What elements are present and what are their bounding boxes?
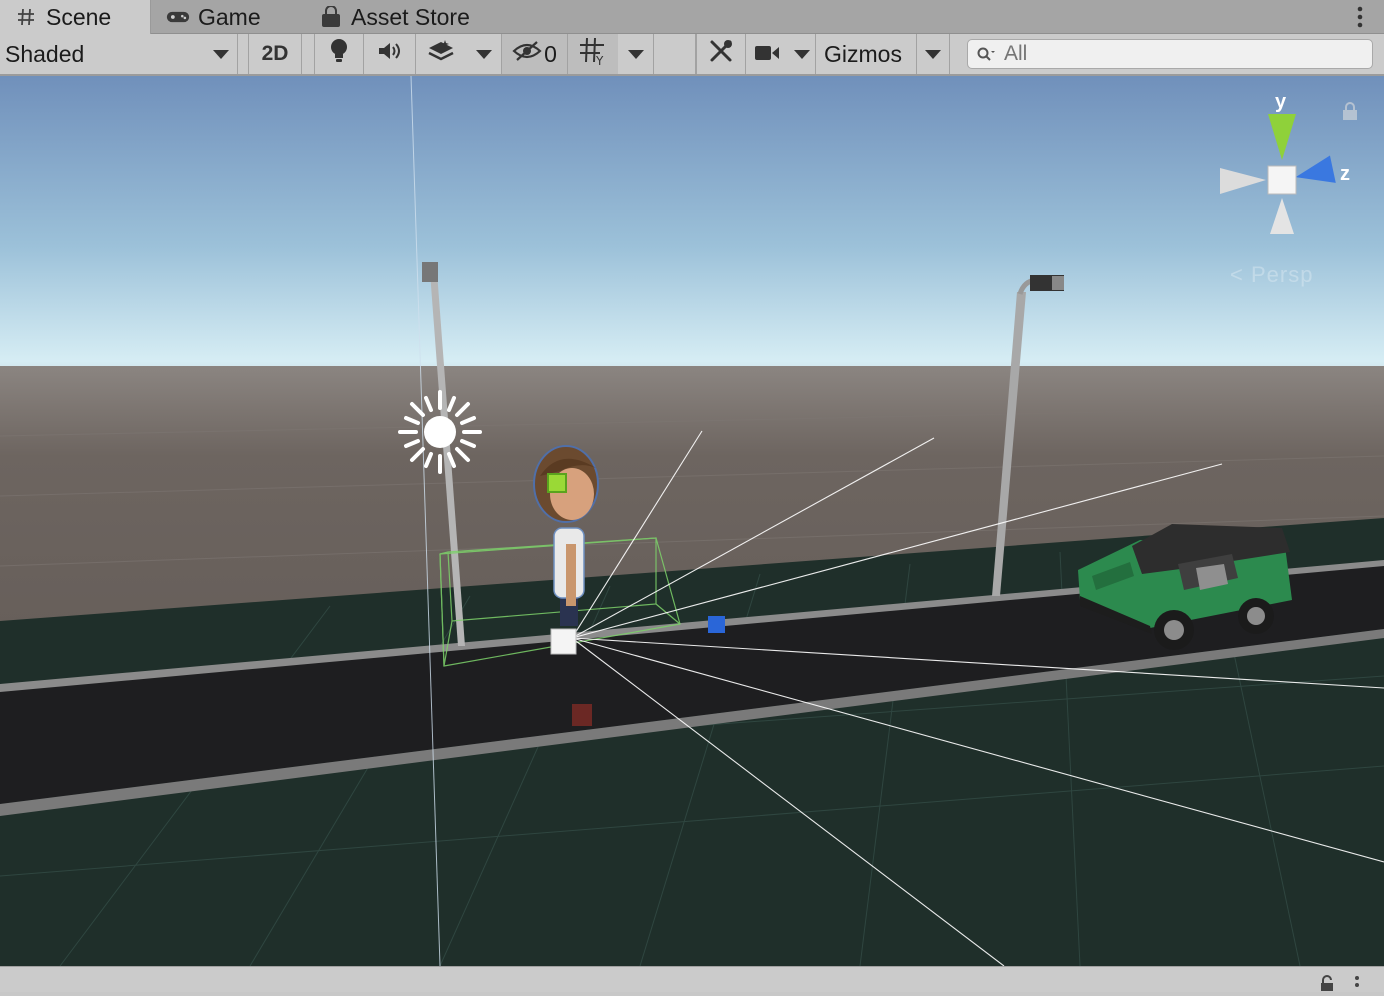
- scene-render: y z: [0, 76, 1384, 966]
- projection-toggle[interactable]: < Persp: [1230, 262, 1313, 288]
- svg-text:Y: Y: [595, 54, 604, 66]
- gizmos-label: Gizmos: [824, 40, 902, 67]
- hash-grid-icon: [14, 5, 38, 29]
- tab-game[interactable]: Game: [152, 0, 302, 34]
- shopping-bag-icon: [319, 5, 343, 29]
- grid-options-dropdown[interactable]: [618, 34, 654, 74]
- gizmos-dropdown[interactable]: [916, 34, 950, 74]
- search-input[interactable]: [1002, 41, 1346, 67]
- chevron-down-icon: [925, 49, 941, 59]
- sky: [0, 76, 1384, 386]
- directional-light-icon: [398, 390, 482, 474]
- chevron-down-icon: [213, 49, 229, 59]
- speaker-icon: [376, 40, 404, 68]
- projection-label: Persp: [1250, 262, 1314, 287]
- scene-visibility-toggle[interactable]: 0: [502, 34, 568, 74]
- tab-scene-label: Scene: [46, 3, 112, 30]
- gizmo-z-label: z: [1340, 163, 1350, 185]
- camera-icon: [754, 41, 780, 68]
- gamepad-icon: [166, 5, 190, 29]
- chevron-down-icon: [475, 49, 492, 59]
- scene-camera-toggle[interactable]: [746, 34, 788, 74]
- scene-viewport[interactable]: y z < Persp: [0, 76, 1384, 966]
- scene-audio-toggle[interactable]: [364, 34, 416, 74]
- shading-mode-dropdown[interactable]: Shaded: [0, 34, 238, 74]
- chevron-down-icon: [793, 49, 810, 59]
- grid-toggle[interactable]: Y: [568, 34, 618, 74]
- grid-axis-icon: Y: [578, 36, 608, 72]
- scene-search-box[interactable]: [967, 39, 1373, 69]
- toggle-2d-button[interactable]: 2D: [248, 34, 302, 74]
- more-options-icon[interactable]: [1354, 975, 1360, 996]
- camera-object: [550, 628, 577, 655]
- lock-icon[interactable]: [1320, 975, 1334, 996]
- tab-game-label: Game: [198, 3, 261, 30]
- eye-hidden-icon: [512, 40, 542, 68]
- more-options-icon[interactable]: [1356, 6, 1364, 28]
- tab-scene[interactable]: Scene: [0, 0, 151, 34]
- window-tab-bar: Scene Game Asset Store: [0, 0, 1384, 34]
- scene-camera-dropdown[interactable]: [788, 34, 816, 74]
- toolbar-spacer: [654, 34, 696, 74]
- hidden-objects-count: 0: [544, 40, 557, 67]
- tab-asset-store-label: Asset Store: [351, 3, 470, 30]
- chevron-down-icon: [627, 49, 644, 59]
- toggle-2d-label: 2D: [261, 42, 289, 65]
- gizmos-button[interactable]: Gizmos: [818, 34, 916, 74]
- scene-effects-toggle[interactable]: [416, 34, 466, 74]
- lightbulb-icon: [329, 38, 349, 70]
- gizmo-y-label: y: [1275, 91, 1287, 113]
- scene-lighting-toggle[interactable]: [314, 34, 364, 74]
- tools-icon: [708, 38, 734, 70]
- status-bar: [0, 966, 1384, 992]
- shading-mode-label: Shaded: [5, 40, 85, 67]
- search-icon: [976, 46, 996, 62]
- layers-effects-icon: [427, 39, 455, 69]
- red-marker-cube: [572, 704, 592, 726]
- tab-asset-store[interactable]: Asset Store: [305, 0, 505, 34]
- scene-effects-dropdown[interactable]: [466, 34, 502, 74]
- component-tools-toggle[interactable]: [696, 34, 746, 74]
- gizmo-center-cube[interactable]: [1267, 165, 1297, 195]
- blue-marker-cube: [708, 616, 725, 633]
- scene-toolbar: Shaded 2D 0 Y Gizmos All: [0, 34, 1384, 76]
